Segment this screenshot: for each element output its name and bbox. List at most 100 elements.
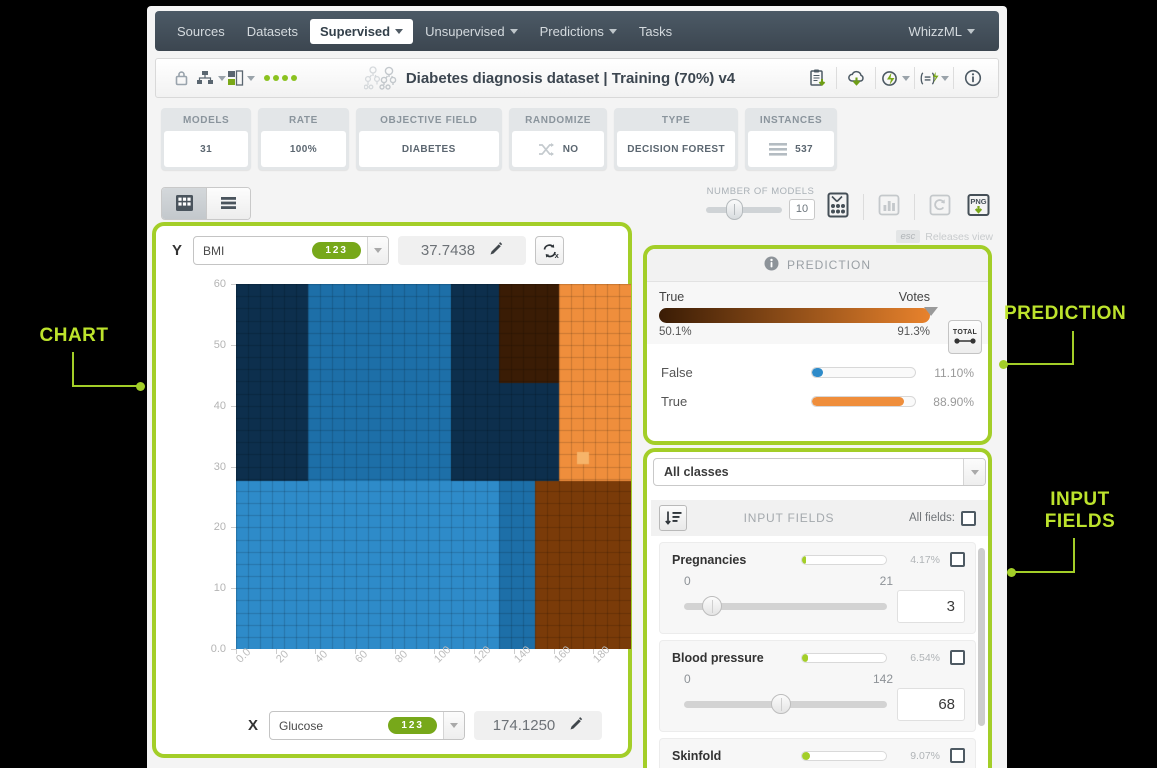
shuffle-icon <box>538 142 554 156</box>
evaluation-icon[interactable] <box>919 65 949 91</box>
y-axis-field-select[interactable]: BMI 123 <box>193 236 389 265</box>
all-fields-checkbox[interactable] <box>961 510 976 526</box>
x-axis-selector-row: X Glucose 123 174.1250 <box>246 711 602 740</box>
field-name: Blood pressure <box>672 650 764 665</box>
field-slider[interactable] <box>684 596 887 616</box>
metric-label: MODELS <box>182 115 230 126</box>
clipboard-download-icon[interactable] <box>802 65 832 91</box>
number-of-models-row: 10 <box>706 198 815 220</box>
prediction-max-pct: 91.3% <box>897 326 930 338</box>
info-icon[interactable] <box>958 65 988 91</box>
field-name: Pregnancies <box>672 552 747 567</box>
number-of-models-control: NUMBER OF MODELS 10 <box>706 186 815 220</box>
chart-controls-right: NUMBER OF MODELS 10 PNG <box>706 186 993 220</box>
nav-item-unsupervised[interactable]: Unsupervised <box>415 19 528 44</box>
slider-handle[interactable] <box>771 694 792 714</box>
cloud-download-icon[interactable] <box>841 65 871 91</box>
png-download-icon[interactable]: PNG <box>963 190 993 220</box>
callout-chart-label: CHART <box>39 325 109 346</box>
chart-bars-icon[interactable] <box>874 190 904 220</box>
field-value-input[interactable]: 68 <box>897 688 965 721</box>
field-max: 142 <box>872 672 893 686</box>
nav-item-datasets[interactable]: Datasets <box>237 19 308 44</box>
x-axis-value-input[interactable]: 174.1250 <box>474 711 602 740</box>
nav-item-supervised[interactable]: Supervised <box>310 18 414 44</box>
nav-label: WhizzML <box>908 23 962 39</box>
number-of-models-slider[interactable] <box>706 198 782 220</box>
callout-prediction-line-h <box>1004 363 1074 365</box>
callout-input-fields-line-v <box>1073 538 1075 573</box>
metric-instances: INSTANCES 537 <box>745 108 837 170</box>
info-icon[interactable] <box>764 256 779 274</box>
list-view-icon[interactable] <box>206 187 250 219</box>
total-button[interactable]: TOTAL <box>948 320 982 354</box>
pencil-icon[interactable] <box>489 241 503 260</box>
slider-handle[interactable] <box>726 198 743 220</box>
x-axis-field-name: Glucose <box>279 718 324 733</box>
y-axis-tick-label: 40 <box>213 399 226 412</box>
nav-item-whizzml[interactable]: WhizzML <box>899 19 985 44</box>
prediction-confidence-gradient <box>659 308 930 323</box>
y-axis-selector-row: Y BMI 123 37.7438 x <box>170 236 564 265</box>
field-card-blood-pressure: Blood pressure 6.54% 0 142 68 <box>659 640 976 732</box>
y-axis-tick-label: 10 <box>213 582 226 595</box>
field-checkbox[interactable] <box>950 748 965 763</box>
metric-models: MODELS 31 <box>161 108 252 170</box>
y-axis-tick-label: 0.0 <box>210 643 226 655</box>
chevron-down-icon[interactable] <box>367 237 388 264</box>
callout-chart-line-h <box>72 385 138 387</box>
y-axis-tick-label: 60 <box>213 278 226 290</box>
pencil-icon[interactable] <box>569 716 583 735</box>
slider-handle[interactable] <box>702 596 723 616</box>
batch-prediction-icon[interactable] <box>880 65 910 91</box>
model-cluster-icon[interactable] <box>823 190 853 220</box>
prediction-votes-label: Votes <box>898 290 930 304</box>
x-axis-letter: X <box>247 717 258 734</box>
x-axis-field-type-badge: 123 <box>388 717 437 734</box>
prediction-class-rows: False 11.10% True 88.90% <box>647 344 988 416</box>
votes-marker-icon <box>924 307 938 316</box>
heatmap-canvas[interactable] <box>236 284 631 649</box>
prediction-class-label: True <box>659 290 685 304</box>
model-tree-icon[interactable] <box>196 65 226 91</box>
field-checkbox[interactable] <box>950 650 965 665</box>
field-card-header: Pregnancies 4.17% <box>672 552 965 567</box>
input-fields-panel: All classes INPUT FIELDS All fields: Pre… <box>643 448 992 768</box>
all-fields-toggle[interactable]: All fields: <box>909 510 976 526</box>
prediction-summary-labels: True Votes <box>659 290 976 304</box>
field-slider[interactable] <box>684 694 887 714</box>
field-card-skinfold: Skinfold 9.07% 0 78 <box>659 738 976 768</box>
refresh-icon[interactable] <box>925 190 955 220</box>
metric-rate: RATE 100% <box>258 108 349 170</box>
nav-label: Datasets <box>246 23 299 39</box>
chevron-down-icon[interactable] <box>443 712 464 739</box>
nav-item-predictions[interactable]: Predictions <box>530 19 627 44</box>
prediction-row-class: True <box>661 394 688 409</box>
esc-key-label: esc <box>895 230 921 243</box>
field-checkbox[interactable] <box>950 552 965 567</box>
swap-axes-icon[interactable]: x <box>535 236 564 265</box>
field-value-input[interactable]: 3 <box>897 590 965 623</box>
metric-label: TYPE <box>661 115 691 126</box>
grid-view-icon[interactable] <box>162 187 206 219</box>
number-of-models-value[interactable]: 10 <box>789 199 815 220</box>
rows-icon <box>769 142 788 156</box>
input-fields-scrollbar[interactable] <box>978 548 985 726</box>
heatmap-canvas-wrap[interactable] <box>236 284 631 649</box>
x-axis-field-select[interactable]: Glucose 123 <box>269 711 465 740</box>
field-name: Skinfold <box>672 748 722 763</box>
prediction-row-bar <box>811 367 916 378</box>
nav-item-tasks[interactable]: Tasks <box>629 19 682 44</box>
dataset-icon[interactable] <box>226 65 256 91</box>
nav-label: Predictions <box>539 23 604 39</box>
field-card-pregnancies: Pregnancies 4.17% 0 21 3 <box>659 542 976 634</box>
field-importance-bar <box>801 652 887 663</box>
prediction-row-pct: 88.90% <box>933 394 974 409</box>
prediction-row-true: True 88.90% <box>661 387 974 416</box>
input-fields-list[interactable]: Pregnancies 4.17% 0 21 3 Blood pressure <box>651 536 988 768</box>
chevron-down-icon[interactable] <box>963 459 985 485</box>
class-filter-select[interactable]: All classes <box>653 458 986 486</box>
y-axis-value-input[interactable]: 37.7438 <box>398 236 526 265</box>
lock-icon[interactable] <box>166 65 196 91</box>
nav-item-sources[interactable]: Sources <box>167 19 235 44</box>
